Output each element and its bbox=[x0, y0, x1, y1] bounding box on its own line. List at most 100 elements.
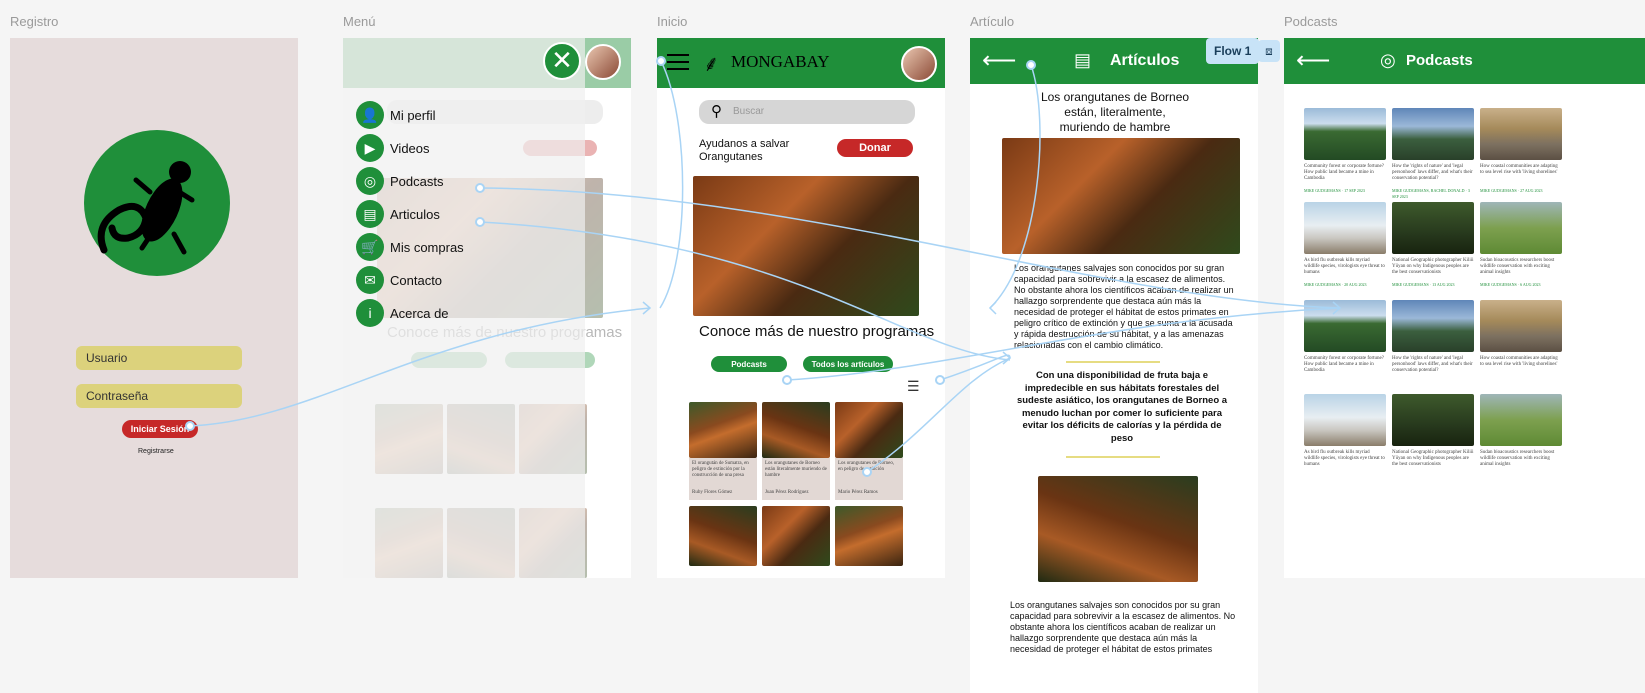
gecko-logo bbox=[84, 130, 230, 276]
card-title: Los orangutanes de Borneo están literalm… bbox=[765, 461, 827, 478]
divider bbox=[1066, 361, 1160, 363]
tab-podcasts[interactable]: Podcasts bbox=[711, 356, 787, 372]
list-view-icon[interactable]: ☰ bbox=[907, 378, 920, 395]
avatar[interactable] bbox=[585, 44, 621, 80]
podcast-thumbnail[interactable] bbox=[1304, 108, 1386, 160]
page-title: Artículos bbox=[1110, 52, 1180, 69]
podcast-title: How the 'rights of nature' and 'legal pe… bbox=[1392, 356, 1473, 373]
article-title: Los orangutanes de Borneo están, literal… bbox=[1040, 90, 1190, 134]
card-image[interactable] bbox=[835, 506, 903, 566]
podcast-thumbnail[interactable] bbox=[1480, 300, 1562, 352]
article-image bbox=[1002, 138, 1240, 254]
search-bar[interactable]: ⚲ Buscar bbox=[699, 100, 915, 124]
podcasts-frame: ⟵ ◎ Podcasts Community forest or corpora… bbox=[1284, 38, 1645, 578]
frame-label-menu: Menú bbox=[343, 14, 376, 29]
search-icon: ⚲ bbox=[711, 103, 722, 120]
podcast-icon: ◎ bbox=[1380, 50, 1396, 70]
podcast-title: Community forest or corporate fortune? H… bbox=[1304, 356, 1384, 373]
podcast-thumbnail[interactable] bbox=[1392, 300, 1474, 352]
registro-frame: Usuario Contraseña Iniciar Sesión Regist… bbox=[10, 38, 298, 578]
podcast-title: Sudan bioacoustics researchers boost wil… bbox=[1480, 258, 1555, 275]
register-link[interactable]: Registrarse bbox=[138, 448, 174, 455]
podcast-thumbnail[interactable] bbox=[1392, 394, 1474, 446]
menu-item-about[interactable]: i Acerca de bbox=[356, 299, 449, 327]
podcasts-header: ⟵ ◎ Podcasts bbox=[1284, 38, 1645, 84]
podcast-title: National Geographic photographer Kiliii … bbox=[1392, 258, 1474, 275]
info-icon: i bbox=[356, 299, 384, 327]
donate-button[interactable]: Donar bbox=[837, 139, 913, 157]
back-arrow-icon[interactable]: ⟵ bbox=[982, 46, 1016, 75]
flow-label: Flow 1 bbox=[1214, 44, 1252, 58]
connector-arrow bbox=[642, 301, 652, 315]
articulo-frame: ⟵ ▤ Artículos Los orangutanes de Borneo … bbox=[970, 38, 1258, 693]
frame-label-inicio: Inicio bbox=[657, 14, 688, 29]
card-image[interactable] bbox=[689, 402, 757, 458]
podcast-meta: MIKE GUDGEMANS · 20 AUG 2023 bbox=[1304, 282, 1367, 287]
menu-item-profile[interactable]: 👤 Mi perfil bbox=[356, 101, 436, 129]
podcast-thumbnail[interactable] bbox=[1480, 108, 1562, 160]
divider bbox=[1066, 456, 1160, 458]
card-image[interactable] bbox=[835, 402, 903, 458]
article-paragraph: Los orangutanes salvajes son conocidos p… bbox=[1010, 600, 1236, 654]
mail-icon: ✉ bbox=[356, 266, 384, 294]
tab-all-articles[interactable]: Todos los artículos bbox=[803, 356, 893, 372]
podcast-meta: MIKE GUDGEMANS · 17 SEP 2023 bbox=[1304, 188, 1365, 193]
podcast-icon: ◎ bbox=[356, 167, 384, 195]
login-button[interactable]: Iniciar Sesión bbox=[122, 420, 198, 438]
podcast-meta: MIKE GUDGEMANS · 27 AUG 2023 bbox=[1480, 188, 1543, 193]
card-author: Ruby Flores Gómez bbox=[692, 490, 733, 495]
newspaper-icon: ▤ bbox=[356, 200, 384, 228]
podcast-meta: MIKE GUDGEMANS · 6 AUG 2023 bbox=[1480, 282, 1541, 287]
hamburger-icon[interactable] bbox=[667, 54, 689, 70]
menu-item-articles[interactable]: ▤ Articulos bbox=[356, 200, 440, 228]
podcast-meta: MIKE GUDGEMANS · 13 AUG 2023 bbox=[1392, 282, 1455, 287]
page-title: Podcasts bbox=[1406, 52, 1473, 69]
back-arrow-icon[interactable]: ⟵ bbox=[1296, 46, 1330, 75]
hero-image bbox=[693, 176, 919, 316]
programs-heading: Conoce más de nuestro programas bbox=[699, 323, 935, 340]
podcast-title: How coastal communities are adapting to … bbox=[1480, 164, 1558, 175]
newspaper-icon: ▤ bbox=[1074, 50, 1092, 70]
menu-item-purchases[interactable]: 🛒 Mis compras bbox=[356, 233, 464, 261]
menu-item-podcasts[interactable]: ◎ Podcasts bbox=[356, 167, 443, 195]
podcast-thumbnail[interactable] bbox=[1392, 108, 1474, 160]
frame-label-registro: Registro bbox=[10, 14, 59, 29]
close-icon[interactable]: ✕ bbox=[543, 42, 581, 80]
card-title: El orangután de Sumatra, en peligro de e… bbox=[692, 461, 749, 478]
frame-label-podcasts: Podcasts bbox=[1284, 14, 1338, 29]
inicio-header: ⸙ MONGABAY bbox=[657, 38, 945, 88]
article-quote: Con una disponibilidad de fruta baja e i… bbox=[1016, 370, 1228, 444]
card-image[interactable] bbox=[762, 402, 830, 458]
gecko-small-icon: ⸙ bbox=[703, 51, 720, 76]
podcast-title: How the 'rights of nature' and 'legal pe… bbox=[1392, 164, 1473, 181]
brand-name: MONGABAY bbox=[731, 52, 830, 71]
prototype-icon[interactable]: ⧈ bbox=[1258, 40, 1280, 62]
podcast-title: Sudan bioacoustics researchers boost wil… bbox=[1480, 450, 1555, 467]
podcast-title: As bird flu outbreak kills myriad wildli… bbox=[1304, 258, 1385, 275]
user-icon: 👤 bbox=[356, 101, 384, 129]
podcast-title: Community forest or corporate fortune? H… bbox=[1304, 164, 1384, 181]
menu-item-contact[interactable]: ✉ Contacto bbox=[356, 266, 442, 294]
podcast-thumbnail[interactable] bbox=[1392, 202, 1474, 254]
podcast-thumbnail[interactable] bbox=[1304, 202, 1386, 254]
search-input[interactable]: Buscar bbox=[733, 106, 764, 117]
video-camera-icon: ▶ bbox=[356, 134, 384, 162]
frame-label-articulo: Artículo bbox=[970, 14, 1015, 29]
password-field[interactable]: Contraseña bbox=[76, 384, 242, 408]
podcast-thumbnail[interactable] bbox=[1304, 300, 1386, 352]
card-image[interactable] bbox=[689, 506, 757, 566]
podcast-title: How coastal communities are adapting to … bbox=[1480, 356, 1558, 367]
card-image[interactable] bbox=[762, 506, 830, 566]
avatar[interactable] bbox=[901, 46, 937, 82]
cart-icon: 🛒 bbox=[356, 233, 384, 261]
article-image bbox=[1038, 476, 1198, 582]
inicio-frame: ⸙ MONGABAY ⚲ Buscar Ayudanos a salvar Or… bbox=[657, 38, 945, 578]
menu-item-videos[interactable]: ▶ Videos bbox=[356, 134, 430, 162]
donate-text: Ayudanos a salvar Orangutanes bbox=[699, 138, 790, 163]
card-author: Mario Pérez Ramos bbox=[838, 490, 878, 495]
username-field[interactable]: Usuario bbox=[76, 346, 242, 370]
flow-badge[interactable]: Flow 1 bbox=[1206, 38, 1260, 64]
podcast-thumbnail[interactable] bbox=[1480, 202, 1562, 254]
podcast-thumbnail[interactable] bbox=[1480, 394, 1562, 446]
podcast-thumbnail[interactable] bbox=[1304, 394, 1386, 446]
